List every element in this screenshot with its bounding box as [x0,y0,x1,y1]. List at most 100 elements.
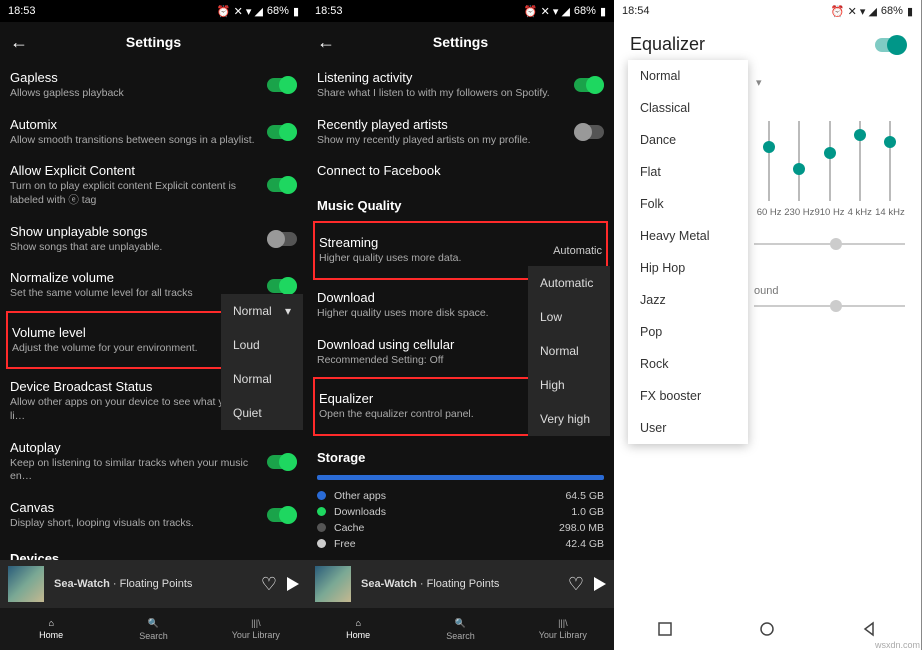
search-icon: 🔍 [455,618,466,629]
status-time: 18:53 [315,5,343,17]
status-bar: 18:53 ⏰ ✕ ▾ ◢ 68% ▮ [0,0,307,22]
eq-slider-910Hz[interactable]: 910 Hz [814,121,844,218]
track-info: Sea-Watch · Floating Points [54,578,251,590]
toggle-p1-3[interactable] [267,232,297,246]
back-icon[interactable]: ← [10,32,28,53]
watermark: wsxdn.com [875,640,920,650]
storage-row: Other apps64.5 GB [317,488,604,504]
toggle-p1-4[interactable] [267,279,297,293]
tab-home[interactable]: ⌂Home [0,608,102,650]
preset-user[interactable]: User [628,412,748,444]
equalizer-title: Equalizer [630,34,705,55]
phone-equalizer: 18:54 ⏰ ✕ ▾ ◢ 68% ▮ Equalizer NormalClas… [614,0,921,650]
eq-slider-4kHz[interactable]: 4 kHz [845,121,875,218]
tab-library[interactable]: |||\Your Library [205,608,307,650]
preset-heavy-metal[interactable]: Heavy Metal [628,220,748,252]
section-storage: Storage [317,438,604,471]
toggle-p1-1[interactable] [267,125,297,139]
preset-dropdown[interactable]: NormalClassicalDanceFlatFolkHeavy MetalH… [628,60,748,444]
back-icon[interactable]: ← [317,32,335,53]
setting-p1-3[interactable]: Show unplayable songsShow songs that are… [10,216,297,263]
library-icon: |||\ [251,618,261,628]
library-icon: |||\ [558,618,568,628]
now-playing-bar[interactable]: Sea-Watch · Floating Points ♡ [0,560,307,608]
volume-option-quiet[interactable]: Quiet [221,396,303,430]
toggle-p1a-2[interactable] [267,508,297,522]
tab-bar: ⌂Home 🔍Search |||\Your Library [0,608,307,650]
toggle-p1-2[interactable] [267,178,297,192]
setting-p2-1[interactable]: Recently played artistsShow my recently … [317,109,604,156]
track-info: Sea-Watch · Floating Points [361,578,558,590]
status-icons: ⏰ ✕ ▾ ◢ 68% ▮ [217,5,299,18]
preset-dance[interactable]: Dance [628,124,748,156]
setting-p1-1[interactable]: AutomixAllow smooth transitions between … [10,109,297,156]
status-time: 18:54 [622,5,650,17]
legend-dot [317,523,326,532]
play-icon[interactable] [287,577,299,591]
search-icon: 🔍 [148,618,159,629]
preset-folk[interactable]: Folk [628,188,748,220]
eq-slider-60Hz[interactable]: 60 Hz [754,121,784,218]
tab-search[interactable]: 🔍Search [409,608,511,650]
play-icon[interactable] [594,577,606,591]
volume-dropdown[interactable]: Normal ▾LoudNormalQuiet [221,294,303,430]
heart-icon[interactable]: ♡ [568,574,584,595]
nav-home-icon[interactable] [758,620,776,638]
quality-option-automatic[interactable]: Automatic [528,266,610,300]
storage-row: Downloads1.0 GB [317,504,604,520]
surround-slider[interactable] [754,305,905,307]
tab-search[interactable]: 🔍Search [102,608,204,650]
legend-dot [317,507,326,516]
preset-chevron-icon[interactable]: ▾ [756,76,762,89]
bass-slider[interactable] [754,243,905,245]
setting-p1-2[interactable]: Allow Explicit ContentTurn on to play ex… [10,155,297,215]
album-art [315,566,351,602]
setting-p2-2[interactable]: Connect to Facebook [317,155,604,186]
storage-bar [317,475,604,480]
now-playing-bar[interactable]: Sea-Watch · Floating Points ♡ [307,560,614,608]
toggle-p2-1[interactable] [574,125,604,139]
preset-pop[interactable]: Pop [628,316,748,348]
volume-option-loud[interactable]: Loud [221,328,303,362]
setting-p1-0[interactable]: GaplessAllows gapless playback [10,62,297,109]
status-bar: 18:53 ⏰ ✕ ▾ ◢ 68% ▮ [307,0,614,22]
storage-row: Free42.4 GB [317,536,604,552]
toggle-p1-0[interactable] [267,78,297,92]
db-label-bottom: dB [724,218,905,235]
quality-dropdown[interactable]: AutomaticLowNormalHighVery high [528,266,610,436]
settings-header: ← Settings [0,22,307,62]
preset-fx-booster[interactable]: FX booster [628,380,748,412]
toggle-p2-0[interactable] [574,78,604,92]
tab-home[interactable]: ⌂Home [307,608,409,650]
header-title: Settings [126,34,181,50]
setting-p2-0[interactable]: Listening activityShare what I listen to… [317,62,604,109]
nav-back-icon[interactable] [861,620,879,638]
preset-normal[interactable]: Normal [628,60,748,92]
legend-dot [317,539,326,548]
eq-slider-14kHz[interactable]: 14 kHz [875,121,905,218]
volume-option-normal[interactable]: Normal ▾ [221,294,303,328]
toggle-p1a-1[interactable] [267,455,297,469]
nav-recents-icon[interactable] [656,620,674,638]
status-icons: ⏰ ✕ ▾ ◢ 68% ▮ [831,5,913,18]
heart-icon[interactable]: ♡ [261,574,277,595]
quality-option-normal[interactable]: Normal [528,334,610,368]
section-music-quality: Music Quality [317,186,604,219]
preset-hip-hop[interactable]: Hip Hop [628,252,748,284]
tab-library[interactable]: |||\Your Library [512,608,614,650]
preset-classical[interactable]: Classical [628,92,748,124]
status-time: 18:53 [8,5,36,17]
preset-flat[interactable]: Flat [628,156,748,188]
preset-jazz[interactable]: Jazz [628,284,748,316]
quality-option-very-high[interactable]: Very high [528,402,610,436]
quality-option-high[interactable]: High [528,368,610,402]
header-title: Settings [433,34,488,50]
setting-p1a-1[interactable]: AutoplayKeep on listening to similar tra… [10,432,297,492]
volume-option-normal[interactable]: Normal [221,362,303,396]
eq-slider-230Hz[interactable]: 230 Hz [784,121,814,218]
section-devices: Devices [10,539,297,560]
preset-rock[interactable]: Rock [628,348,748,380]
quality-option-low[interactable]: Low [528,300,610,334]
setting-p1a-2[interactable]: CanvasDisplay short, looping visuals on … [10,492,297,539]
equalizer-toggle[interactable] [875,38,905,52]
